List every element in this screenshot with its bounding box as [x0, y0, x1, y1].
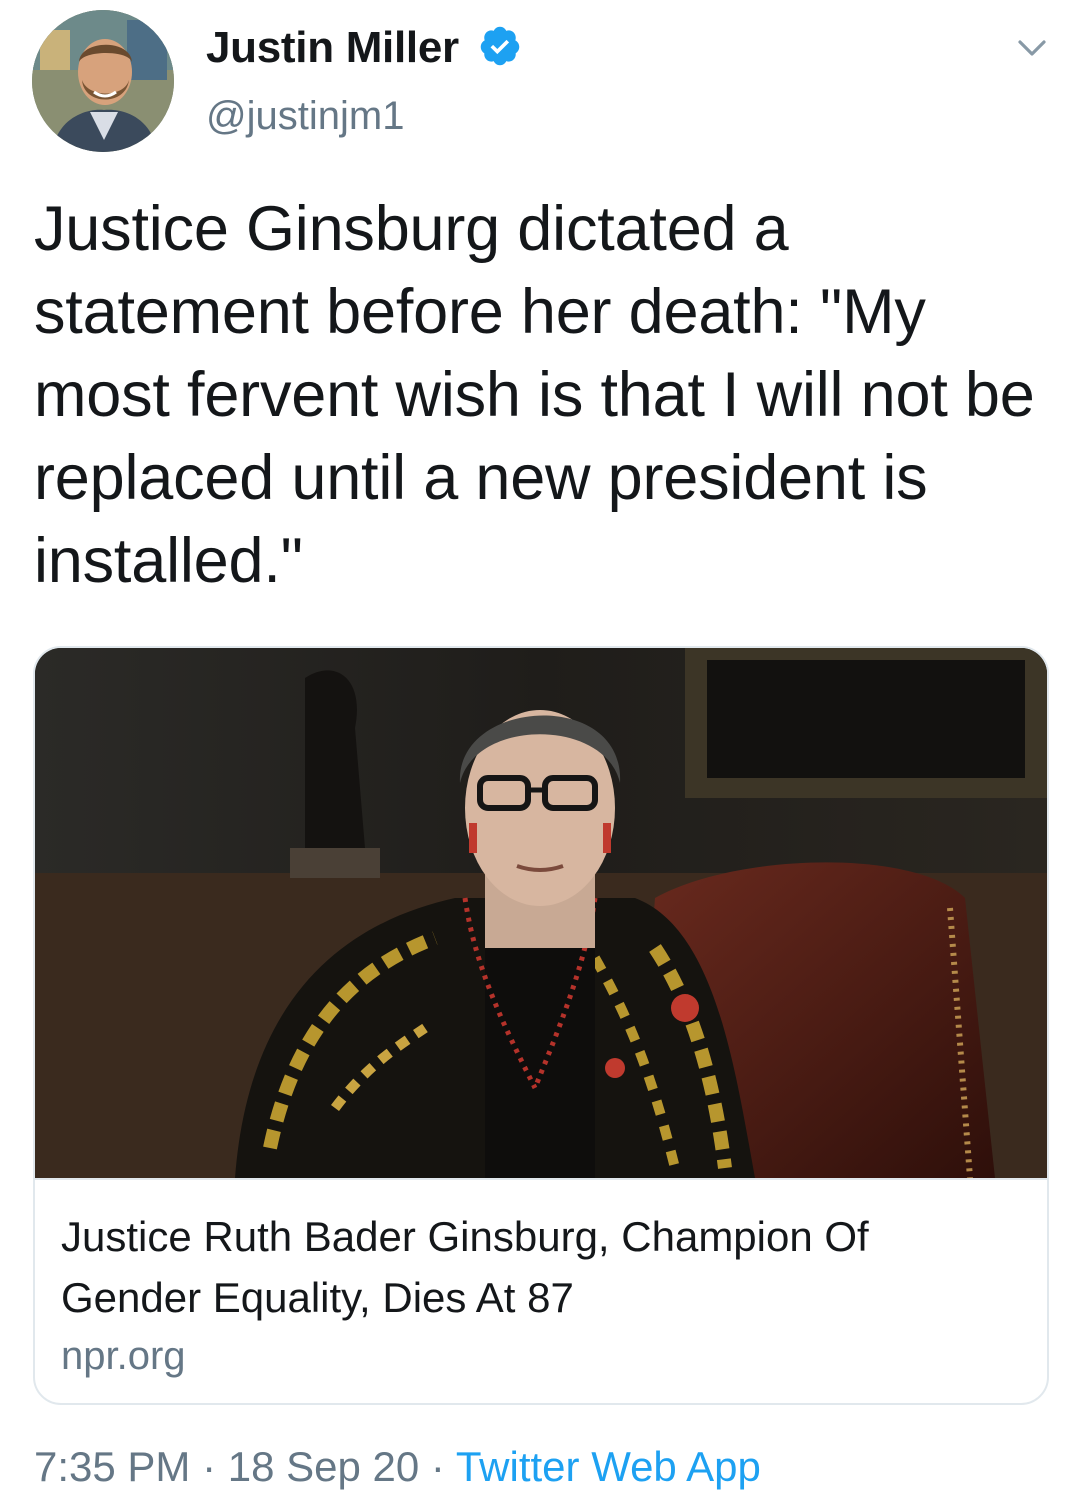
card-divider: [35, 1178, 1047, 1180]
verified-badge-icon: [478, 24, 522, 68]
tweet-date[interactable]: 18 Sep 20: [228, 1443, 420, 1490]
chevron-down-icon[interactable]: [1012, 28, 1052, 68]
tweet-meta: 7:35 PM · 18 Sep 20 · Twitter Web App: [34, 1440, 761, 1494]
meta-separator: ·: [419, 1443, 456, 1490]
card-image: [35, 648, 1047, 1178]
avatar-photo: [32, 10, 174, 152]
tweet-time[interactable]: 7:35 PM: [34, 1443, 190, 1490]
avatar[interactable]: [32, 10, 174, 152]
tweet-text: Justice Ginsburg dictated a statement be…: [34, 194, 1035, 596]
link-card[interactable]: Justice Ruth Bader Ginsburg, Champion Of…: [33, 646, 1049, 1405]
card-domain: npr.org: [61, 1334, 186, 1378]
tweet: Justin Miller @justinjm1 Justice Ginsbur…: [0, 0, 1080, 1511]
card-title: Justice Ruth Bader Ginsburg, Champion Of…: [61, 1213, 869, 1321]
author-handle[interactable]: @justinjm1: [206, 92, 404, 140]
author-name[interactable]: Justin Miller: [206, 22, 459, 74]
meta-separator: ·: [190, 1443, 228, 1490]
tweet-source-link[interactable]: Twitter Web App: [456, 1443, 761, 1490]
